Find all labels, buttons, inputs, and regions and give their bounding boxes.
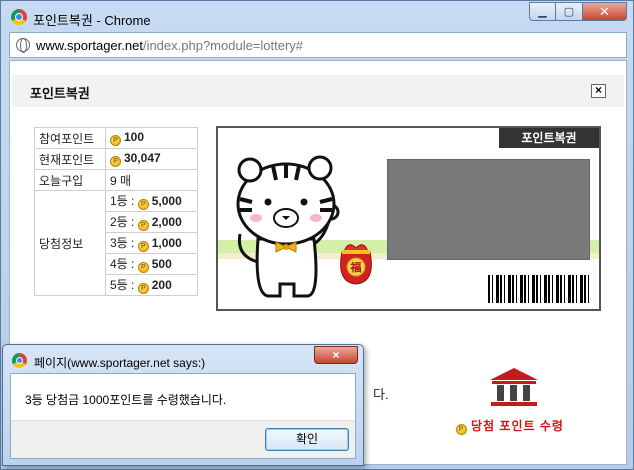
coin-icon: P bbox=[137, 262, 149, 273]
alert-title: 페이지(www.sportager.net says:) bbox=[34, 356, 206, 370]
row-label: 현재포인트 bbox=[34, 148, 106, 170]
prize-row: 5등 : P 200 bbox=[105, 274, 198, 296]
lottery-info-table: 참여포인트 P 100 현재포인트 P 30,047 오늘구입 9 매 당첨정보 1… bbox=[34, 127, 198, 296]
url-text: www.sportager.net/index.php?module=lotte… bbox=[36, 38, 304, 53]
prize-info-label: 당첨정보 bbox=[34, 190, 106, 296]
table-row: 오늘구입 9 매 bbox=[34, 169, 198, 191]
prize-row: 2등 : P 2,000 bbox=[105, 211, 198, 233]
globe-icon bbox=[16, 38, 30, 53]
current-points-value: P 30,047 bbox=[105, 148, 198, 170]
prize-row: 3등 : P 1,000 bbox=[105, 232, 198, 254]
alert-close-button[interactable]: × bbox=[314, 346, 358, 364]
barcode bbox=[488, 275, 592, 303]
coin-icon: P bbox=[137, 241, 149, 252]
prize-row: 4등 : P 500 bbox=[105, 253, 198, 275]
chrome-logo-icon bbox=[12, 353, 27, 368]
prize-row: 1등 : P 5,000 bbox=[105, 190, 198, 212]
window-controls: ▁ ▢ ✕ bbox=[529, 2, 627, 21]
coin-icon: P bbox=[456, 424, 467, 435]
popup-header: 포인트복권 × bbox=[12, 75, 624, 107]
obscured-message-text: 다. bbox=[373, 387, 389, 402]
tiger-mascot-icon bbox=[236, 155, 340, 298]
row-label: 참여포인트 bbox=[34, 127, 106, 149]
window-title: 포인트복권 - Chrome bbox=[33, 13, 151, 28]
receive-points-label: 당첨 포인트 수령 bbox=[471, 419, 564, 433]
popup-close-button[interactable]: × bbox=[591, 84, 606, 98]
bank-icon[interactable] bbox=[488, 366, 540, 408]
window-close-button[interactable]: ✕ bbox=[583, 2, 627, 21]
ok-button[interactable]: 확인 bbox=[265, 428, 349, 451]
row-label: 오늘구입 bbox=[34, 169, 106, 191]
table-row: 참여포인트 P 100 bbox=[34, 127, 198, 149]
popup-title: 포인트복권 bbox=[30, 86, 90, 101]
title-bar: 포인트복권 - Chrome ▁ ▢ ✕ bbox=[1, 1, 633, 31]
coin-icon: P bbox=[137, 283, 149, 294]
address-bar[interactable]: www.sportager.net/index.php?module=lotte… bbox=[9, 32, 627, 58]
entry-points-value: P 100 bbox=[105, 127, 198, 149]
receive-points-button[interactable]: P 당첨 포인트 수령 bbox=[456, 417, 564, 435]
svg-text:福: 福 bbox=[350, 260, 362, 274]
coin-icon: P bbox=[137, 220, 149, 231]
alert-message: 3등 당첨금 1000포인트를 수령했습니다. bbox=[25, 393, 227, 407]
table-row: 현재포인트 P 30,047 bbox=[34, 148, 198, 170]
lottery-ticket: 포인트복권 福 bbox=[216, 126, 601, 311]
minimize-button[interactable]: ▁ bbox=[529, 2, 556, 21]
coin-icon: P bbox=[110, 156, 121, 167]
scratch-area[interactable] bbox=[387, 159, 590, 260]
alert-dialog: 페이지(www.sportager.net says:) × 3등 당첨금 10… bbox=[2, 344, 364, 466]
today-purchase-value: 9 매 bbox=[105, 169, 198, 191]
coin-icon: P bbox=[110, 135, 121, 146]
chrome-logo-icon bbox=[11, 9, 27, 25]
alert-body: 3등 당첨금 1000포인트를 수령했습니다. 확인 bbox=[10, 373, 356, 459]
alert-button-bar: 확인 bbox=[11, 420, 355, 458]
lucky-bag-icon: 福 bbox=[340, 244, 372, 285]
ticket-tag: 포인트복권 bbox=[499, 128, 599, 148]
table-row: 당첨정보 1등 : P 5,000 bbox=[34, 190, 198, 296]
maximize-button[interactable]: ▢ bbox=[556, 2, 583, 21]
coin-icon: P bbox=[137, 199, 149, 210]
